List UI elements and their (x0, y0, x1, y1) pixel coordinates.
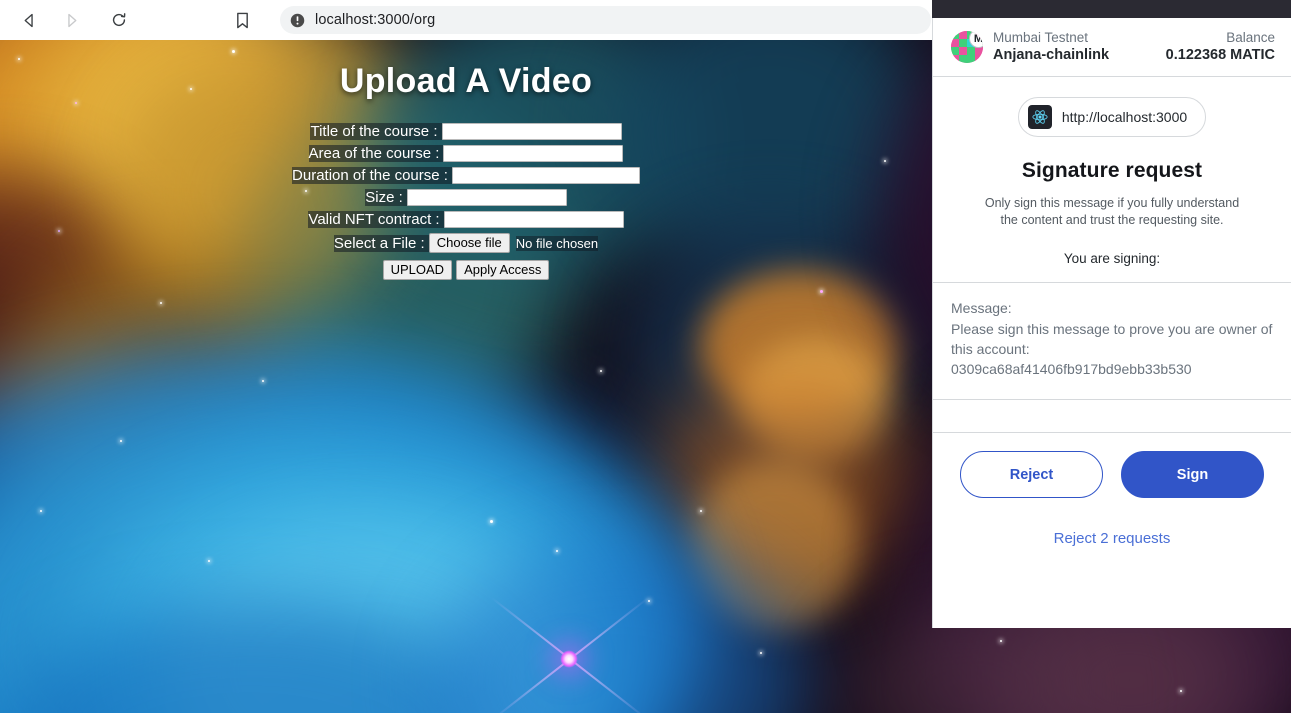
action-row: Reject Sign (933, 433, 1291, 498)
network-badge-icon: M (969, 31, 983, 48)
reload-icon[interactable] (102, 3, 136, 37)
upload-button[interactable]: UPLOAD (382, 260, 453, 280)
forward-arrow-icon (54, 3, 88, 37)
message-body: Please sign this message to prove you ar… (951, 321, 1273, 377)
warning-line-1: Only sign this message if you fully unde… (984, 196, 1240, 210)
reject-button[interactable]: Reject (960, 451, 1103, 498)
bookmark-icon[interactable] (228, 6, 256, 34)
balance-label: Balance (1226, 30, 1275, 45)
signature-request-heading: Signature request (1021, 159, 1203, 182)
back-arrow-icon[interactable] (12, 3, 46, 37)
page-title: Upload A Video (339, 62, 593, 100)
network-name: Mumbai Testnet (993, 30, 1089, 45)
site-origin-text: http://localhost:3000 (1061, 109, 1188, 125)
size-input[interactable] (406, 188, 567, 206)
metamask-window-titlebar (932, 0, 1291, 18)
origin-row: http://localhost:3000 (933, 77, 1291, 137)
react-favicon-icon (1027, 105, 1052, 129)
nft-contract-input[interactable] (443, 210, 624, 228)
reject-all-requests-link[interactable]: Reject 2 requests (933, 530, 1291, 547)
metamask-header: M Mumbai Testnet Anjana-chainlink Balanc… (933, 18, 1291, 77)
message-label: Message: (951, 300, 1012, 316)
balance-value: 0.122368 MATIC (1165, 47, 1275, 63)
metamask-signature-popup: M Mumbai Testnet Anjana-chainlink Balanc… (932, 18, 1291, 628)
account-name: Anjana-chainlink (993, 47, 1110, 63)
form-row: Size : (365, 188, 567, 206)
balance-info: Balance 0.122368 MATIC (1166, 30, 1275, 64)
no-file-chosen-text: No file chosen (515, 235, 599, 251)
field-label-size: Size : (365, 188, 407, 206)
field-label-select-file: Select a File : (333, 234, 429, 252)
message-section: Message: Please sign this message to pro… (933, 283, 1291, 379)
screen: Upload A Video Title of the course : Are… (0, 0, 1291, 713)
account-info: M Mumbai Testnet Anjana-chainlink (951, 30, 1109, 64)
form-row: Title of the course : (310, 122, 622, 140)
field-label-duration: Duration of the course : (292, 166, 452, 184)
not-secure-info-icon[interactable] (290, 13, 305, 28)
duration-input[interactable] (451, 166, 640, 184)
field-label-area: Area of the course : (308, 144, 444, 162)
action-buttons: UPLOAD Apply Access (382, 260, 550, 280)
field-label-title: Title of the course : (310, 122, 442, 140)
field-label-nft-contract: Valid NFT contract : (308, 210, 444, 228)
area-input[interactable] (443, 144, 624, 162)
apply-access-button[interactable]: Apply Access (456, 260, 550, 280)
form-row: Area of the course : (308, 144, 624, 162)
signature-warning: Only sign this message if you fully unde… (959, 195, 1265, 229)
title-input[interactable] (441, 122, 622, 140)
address-bar[interactable]: localhost:3000/org (280, 6, 931, 34)
upload-form: Title of the course : Area of the course… (0, 122, 932, 280)
sign-button[interactable]: Sign (1121, 451, 1264, 498)
form-row: Duration of the course : (292, 166, 640, 184)
site-origin-pill: http://localhost:3000 (1017, 97, 1207, 137)
form-row: Valid NFT contract : (308, 210, 624, 228)
account-blockie-avatar: M (951, 31, 983, 63)
warning-line-2: the content and trust the requesting sit… (1000, 213, 1224, 227)
url-text: localhost:3000/org (315, 12, 436, 28)
file-row: Select a File : Choose file No file chos… (333, 232, 599, 254)
choose-file-button[interactable]: Choose file (428, 233, 510, 253)
you-are-signing-label: You are signing: (933, 251, 1291, 283)
